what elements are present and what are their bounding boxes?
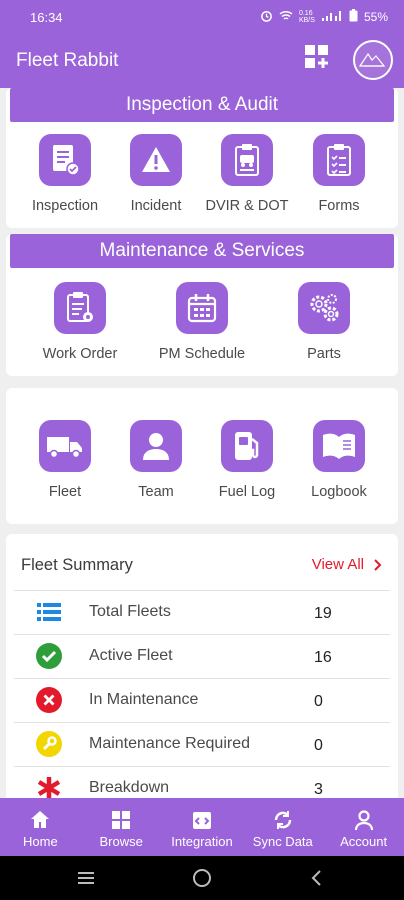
maintenance-services-header: Maintenance & Services [10,234,394,268]
summary-value: 3 [314,781,323,798]
summary-row-in-maintenance[interactable]: In Maintenance 0 [14,678,390,722]
book-icon [313,420,365,472]
summary-label: Total Fleets [89,603,171,620]
app-title: Fleet Rabbit [16,50,119,71]
tile-inspection[interactable]: Inspection [20,134,110,214]
home-circle-icon[interactable] [192,868,212,888]
work-order-icon [54,282,106,334]
summary-value: 16 [314,649,332,666]
grid-plus-icon[interactable] [304,44,330,70]
nav-label: Integration [171,834,233,849]
tile-pm-schedule[interactable]: PM Schedule [157,282,247,362]
inspection-doc-icon [39,134,91,186]
list-icon [36,599,62,625]
tile-label: Inspection [31,198,99,214]
nav-home[interactable]: Home [0,798,81,856]
summary-label: Active Fleet [89,647,173,664]
summary-label: In Maintenance [89,691,199,708]
resources-card: Fleet Team Fuel Log Logbook [6,388,398,524]
summary-value: 0 [314,693,323,710]
summary-label: Breakdown [89,779,170,796]
status-icons: 0.16 KB/S 55% [260,9,388,25]
nav-label: Browse [99,834,143,849]
wifi-signal-icon [279,10,293,25]
nav-label: Account [340,834,388,849]
nav-account[interactable]: Account [323,798,404,856]
fuel-pump-icon [221,420,273,472]
tile-parts[interactable]: Parts [279,282,369,362]
cell-signal-icon [321,10,343,25]
nav-sync-data[interactable]: Sync Data [242,798,323,856]
tile-label: DVIR & DOT [205,198,289,214]
tile-label: Parts [307,346,341,362]
network-speed: 0.16 KB/S [298,10,315,24]
dvir-clipboard-icon [221,134,273,186]
dashboard-content: Inspection & Audit Inspection Incident D… [0,88,404,798]
tile-fuel-log[interactable]: Fuel Log [202,420,292,500]
chevron-right-icon [374,558,382,571]
summary-row-active-fleet[interactable]: Active Fleet 16 [14,634,390,678]
tile-label: Work Order [42,346,118,362]
maintenance-services-card: Maintenance & Services Work Order PM Sch… [6,234,398,376]
tile-work-order[interactable]: Work Order [35,282,125,362]
back-arrow-icon[interactable] [310,869,324,887]
summary-value: 19 [314,605,332,622]
x-circle-icon [36,687,62,713]
nav-browse[interactable]: Browse [81,798,162,856]
tile-fleet[interactable]: Fleet [20,420,110,500]
tile-label: Fuel Log [218,484,276,500]
forms-checklist-icon [313,134,365,186]
status-bar: 16:34 0.16 KB/S 55% [0,0,404,34]
fleet-summary-title: Fleet Summary [21,556,133,574]
browse-icon [112,811,131,829]
tile-logbook[interactable]: Logbook [294,420,384,500]
tile-label: Logbook [311,484,367,500]
tile-team[interactable]: Team [111,420,201,500]
wrench-circle-icon [36,731,62,757]
asterisk-icon [36,775,62,798]
integration-icon [192,812,211,829]
sync-icon [274,811,292,829]
tile-label: Incident [130,198,182,214]
nav-integration[interactable]: Integration [162,798,243,856]
view-all-label: View All [311,556,364,573]
nav-label: Home [23,834,58,849]
tile-label: Forms [318,198,360,214]
battery-icon [349,9,358,25]
home-icon [31,811,50,828]
app-bar: Fleet Rabbit [0,34,404,88]
fleet-summary-card: Fleet Summary View All Total Fleets 19 A… [6,534,398,798]
gears-icon [298,282,350,334]
inspection-audit-card: Inspection & Audit Inspection Incident D… [6,88,398,228]
summary-row-total-fleets[interactable]: Total Fleets 19 [14,590,390,634]
tile-incident[interactable]: Incident [111,134,201,214]
view-all-link[interactable]: View All [312,556,382,573]
inspection-audit-header: Inspection & Audit [10,88,394,122]
recent-apps-icon[interactable] [76,870,96,886]
tile-label: Team [138,484,174,500]
warning-icon [130,134,182,186]
truck-logo-icon [358,52,386,67]
calendar-icon [176,282,228,334]
battery-level: 55% [363,10,388,24]
truck-icon [39,420,91,472]
bottom-nav: Home Browse Integration Sync Data Accoun… [0,798,404,856]
tile-dvir-dot[interactable]: DVIR & DOT [202,134,292,214]
system-navigation-bar [0,856,404,900]
account-icon [354,810,373,831]
tile-label: Fleet [48,484,82,500]
avatar[interactable] [353,40,393,80]
person-icon [130,420,182,472]
nav-label: Sync Data [252,834,313,849]
summary-row-breakdown[interactable]: Breakdown 3 [14,766,390,798]
summary-row-maintenance-required[interactable]: Maintenance Required 0 [14,722,390,766]
summary-value: 0 [314,737,323,754]
tile-label: PM Schedule [158,346,246,362]
status-time: 16:34 [30,9,63,25]
check-circle-icon [36,643,62,669]
summary-label: Maintenance Required [89,735,250,752]
alarm-icon [260,9,273,25]
tile-forms[interactable]: Forms [294,134,384,214]
